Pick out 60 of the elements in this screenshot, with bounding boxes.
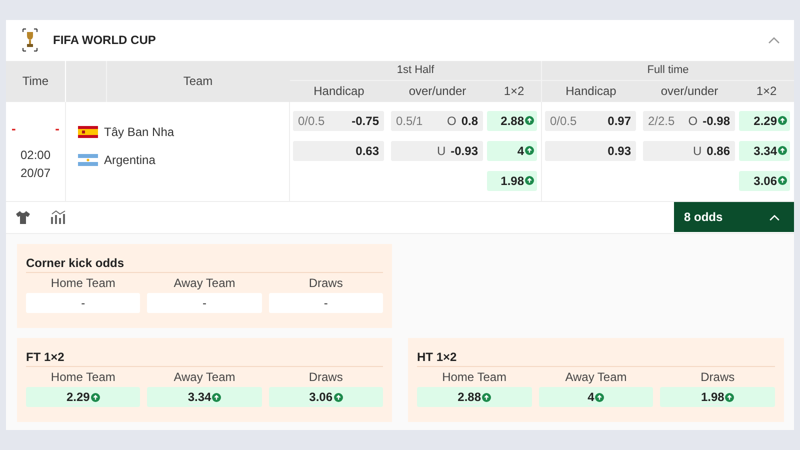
outcome-label: Home Team	[442, 370, 507, 384]
odds-button[interactable]: 3.34	[147, 387, 262, 407]
column-group-header: Full time	[541, 60, 794, 81]
match-time: 02:00	[20, 146, 51, 164]
odds-button[interactable]: 0.63	[293, 140, 384, 161]
odds-button[interactable]: 4	[538, 387, 654, 407]
outcome-label: Draws	[308, 276, 343, 290]
outcome-label: Away Team	[174, 276, 236, 290]
odds-button[interactable]: 2.29	[26, 387, 140, 407]
outcome-label: Draws	[308, 370, 343, 384]
odds-button[interactable]: -	[268, 293, 383, 313]
team-name: Argentina	[104, 153, 156, 168]
match-date: 20/07	[20, 164, 51, 182]
odds-button[interactable]: 0/0.5 -0.75	[293, 110, 384, 131]
odds-button[interactable]: 2/2.5 O -0.98	[643, 110, 735, 131]
column-header: over/under	[640, 80, 739, 102]
column-header: 1×2	[487, 80, 541, 102]
odds-button[interactable]: 0.5/1 O 0.8	[391, 110, 483, 131]
odds-button[interactable]: 0.93	[545, 140, 636, 161]
outcome-label: Away Team	[565, 370, 627, 384]
shirt-icon[interactable]	[16, 210, 30, 224]
flag-icon	[78, 154, 98, 166]
odds-button[interactable]: -	[147, 293, 262, 313]
column-header: 1×2	[739, 80, 794, 102]
odds-button[interactable]: 2.88	[487, 110, 537, 131]
odds-button[interactable]: 1.98	[487, 170, 537, 191]
column-header: Team	[66, 60, 290, 102]
odds-button[interactable]: 4	[487, 140, 537, 161]
odds-toggle-button[interactable]: 8 odds	[674, 202, 794, 232]
odds-button[interactable]: 3.34	[739, 140, 790, 161]
chevron-icon[interactable]	[768, 36, 780, 44]
column-header: over/under	[388, 80, 487, 102]
trophy-icon	[22, 28, 38, 52]
score: -	[55, 120, 60, 136]
column-group-header: 1st Half	[290, 60, 541, 81]
column-header: Handicap	[290, 80, 388, 102]
odds-button[interactable]: 0/0.5 0.97	[545, 110, 636, 131]
chevron-icon	[769, 214, 780, 221]
outcome-label: Home Team	[50, 370, 116, 384]
panel-title: Corner kick odds	[26, 252, 383, 273]
odds-button[interactable]: U 0.86	[643, 140, 735, 161]
odds-button[interactable]: 1.98	[660, 387, 775, 407]
panel-title: FT 1×2	[26, 346, 383, 367]
column-header: Handicap	[541, 80, 640, 102]
odds-button[interactable]: U -0.93	[391, 140, 483, 161]
chart-icon[interactable]	[50, 210, 66, 224]
outcome-label: Draws	[700, 370, 735, 384]
odds-button[interactable]: 3.06	[739, 170, 790, 191]
odds-button[interactable]: -	[26, 293, 140, 313]
panel-title: HT 1×2	[417, 346, 775, 367]
odds-button[interactable]: 2.88	[417, 387, 532, 407]
outcome-label: Home Team	[50, 276, 116, 290]
score: -	[12, 120, 16, 136]
column-header: Time	[6, 60, 66, 102]
team-name: Tây Ban Nha	[104, 125, 174, 140]
odds-button[interactable]: 2.29	[739, 110, 790, 131]
outcome-label: Away Team	[174, 370, 236, 384]
odds-button[interactable]: 3.06	[268, 387, 383, 407]
league-title: FIFA WORLD CUP	[53, 33, 156, 48]
flag-icon	[78, 126, 98, 138]
